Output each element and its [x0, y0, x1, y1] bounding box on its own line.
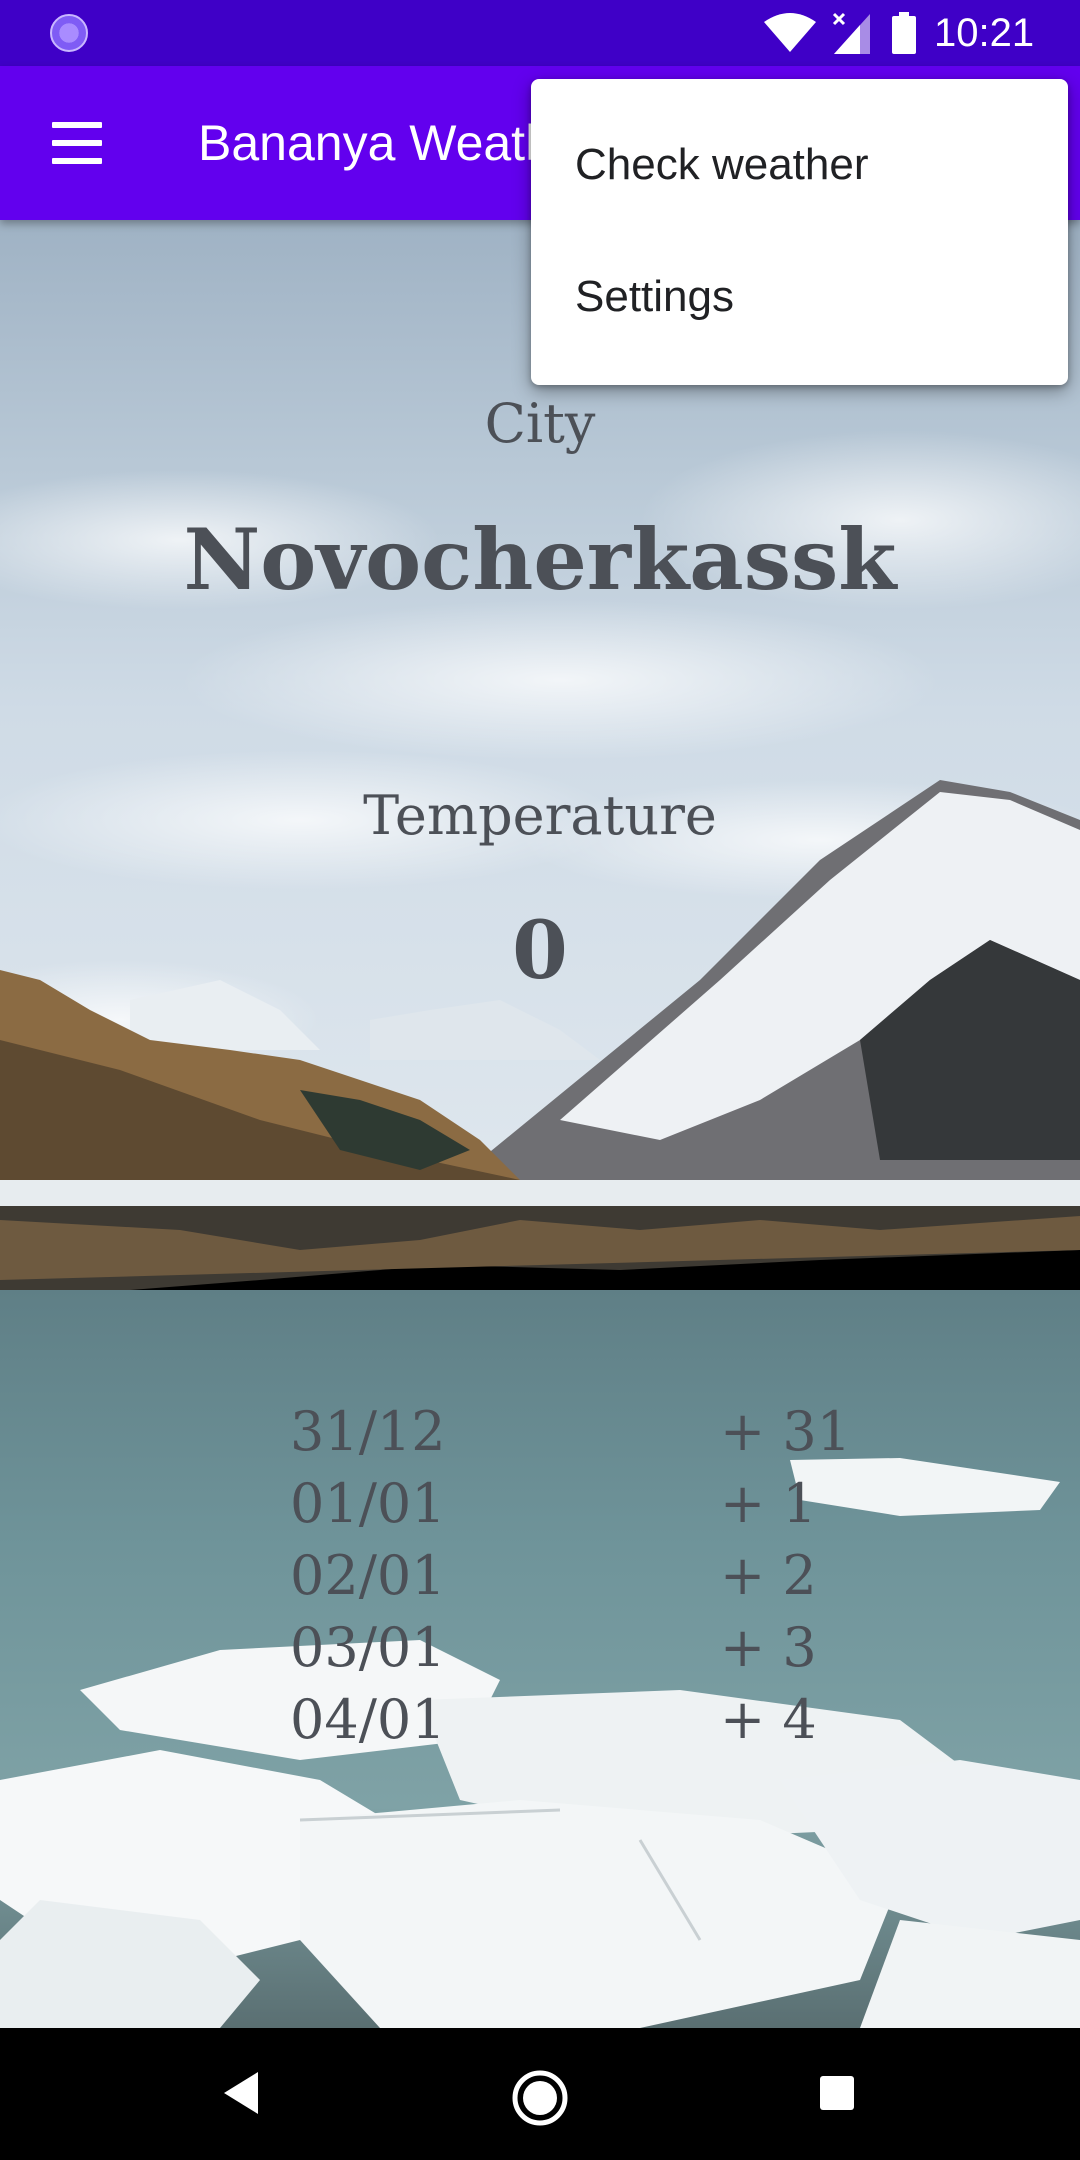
forecast-row: 03/01 + 3 [0, 1612, 1080, 1684]
temperature-value: 0 [512, 903, 568, 997]
signal-icon [832, 12, 870, 54]
forecast-list: 31/12 + 31 01/01 + 1 02/01 + 2 03/01 + 3… [0, 1396, 1080, 1756]
forecast-date: 31/12 [290, 1400, 446, 1463]
wifi-icon [764, 13, 816, 52]
city-name: Novocherkassk [183, 510, 897, 609]
temperature-label: Temperature [363, 784, 717, 847]
city-label: City [484, 392, 596, 455]
forecast-date: 02/01 [290, 1544, 446, 1607]
status-bar: 10:21 [0, 0, 1080, 66]
weather-app-screen: 10:21 Bananya Weather City Novocherkassk… [0, 0, 1080, 2160]
forecast-temp: + 2 [720, 1544, 817, 1607]
recents-icon[interactable] [818, 2074, 856, 2112]
forecast-date: 01/01 [290, 1472, 446, 1535]
menu-item-check-weather[interactable]: Check weather [531, 99, 1068, 231]
home-icon[interactable] [510, 2068, 570, 2128]
forecast-date: 04/01 [290, 1688, 446, 1751]
navigation-bar [0, 2028, 1080, 2160]
hamburger-menu-icon[interactable] [40, 110, 114, 176]
overflow-menu: Check weather Settings [531, 79, 1068, 385]
battery-icon [892, 12, 916, 54]
forecast-row: 01/01 + 1 [0, 1468, 1080, 1540]
forecast-temp: + 31 [720, 1400, 852, 1463]
forecast-row: 04/01 + 4 [0, 1684, 1080, 1756]
forecast-row: 02/01 + 2 [0, 1540, 1080, 1612]
mountain-lake-background [0, 220, 1080, 2028]
forecast-temp: + 1 [720, 1472, 817, 1535]
menu-item-settings[interactable]: Settings [531, 231, 1068, 363]
forecast-temp: + 3 [720, 1616, 817, 1679]
forecast-row: 31/12 + 31 [0, 1396, 1080, 1468]
forecast-temp: + 4 [720, 1688, 817, 1751]
forecast-date: 03/01 [290, 1616, 446, 1679]
back-icon[interactable] [222, 2070, 262, 2116]
status-time: 10:21 [934, 11, 1035, 55]
app-notification-icon [50, 14, 88, 52]
